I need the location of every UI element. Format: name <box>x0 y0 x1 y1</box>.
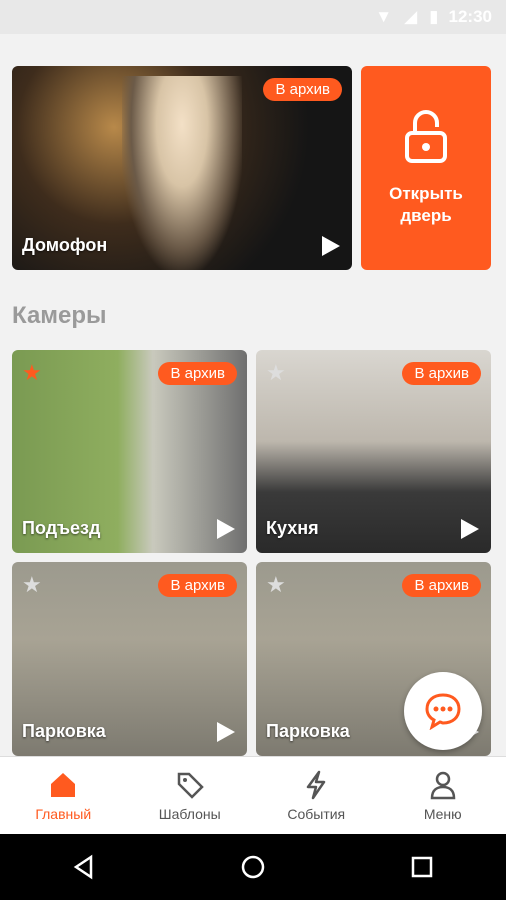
user-icon <box>430 771 456 799</box>
nav-item-home[interactable]: Главный <box>0 757 127 834</box>
wifi-icon: ▼ <box>375 7 393 26</box>
camera-label: Парковка <box>266 721 350 741</box>
home-icon <box>51 772 76 797</box>
favorite-star-icon[interactable]: ★ <box>22 574 42 596</box>
system-nav-bar <box>0 834 506 900</box>
favorite-star-icon[interactable]: ★ <box>22 362 42 384</box>
play-icon[interactable] <box>461 519 479 539</box>
camera-tile[interactable]: ★ В архив Кухня <box>256 350 491 553</box>
nav-label: Главный <box>35 805 92 822</box>
nav-label: Меню <box>423 805 462 822</box>
recents-icon[interactable] <box>409 854 435 880</box>
archive-button[interactable]: В архив <box>263 78 342 101</box>
nav-item-templates[interactable]: Шаблоны <box>127 757 254 834</box>
lightning-icon <box>307 770 326 799</box>
nav-label: События <box>287 805 346 822</box>
archive-button[interactable]: В архив <box>402 574 481 597</box>
archive-button[interactable]: В архив <box>158 362 237 385</box>
signal-icon: ◢ <box>404 7 418 26</box>
camera-label: Парковка <box>22 721 106 741</box>
intercom-tile[interactable]: В архив Домофон <box>12 66 352 270</box>
nav-item-menu[interactable]: Меню <box>380 757 506 834</box>
archive-button[interactable]: В архив <box>402 362 481 385</box>
camera-tile[interactable]: ★ В архив Парковка <box>12 562 247 756</box>
status-bar: ▼ ◢ ▮ 12:30 <box>0 0 506 34</box>
tag-icon <box>177 772 204 799</box>
camera-tile[interactable]: ★ В архив Подъезд <box>12 350 247 553</box>
status-icons: ▼ ◢ ▮ <box>375 7 438 27</box>
archive-button[interactable]: В архив <box>158 574 237 597</box>
chat-button[interactable] <box>404 672 482 750</box>
camera-label: Кухня <box>266 518 319 538</box>
nav-label: Шаблоны <box>158 805 221 822</box>
home-circle-icon[interactable] <box>240 854 266 880</box>
open-door-label-2: дверь <box>400 206 452 225</box>
intercom-label: Домофон <box>22 235 108 255</box>
back-icon[interactable] <box>71 854 97 880</box>
intercom-preview <box>122 76 242 270</box>
favorite-star-icon[interactable]: ★ <box>266 362 286 384</box>
unlock-icon <box>405 110 447 163</box>
battery-icon: ▮ <box>429 7 439 26</box>
open-door-button[interactable]: Открыть дверь <box>361 66 491 270</box>
open-door-label-1: Открыть <box>389 184 463 203</box>
camera-label: Подъезд <box>22 518 101 538</box>
play-icon[interactable] <box>322 236 340 256</box>
section-title: Камеры <box>12 302 107 329</box>
main-content: В архив Домофон Открыть дверь Камеры ★ В… <box>0 34 506 756</box>
play-icon[interactable] <box>217 722 235 742</box>
chat-icon <box>425 693 461 730</box>
status-time: 12:30 <box>448 7 492 26</box>
bottom-nav: Главный Шаблоны События Меню <box>0 756 506 834</box>
favorite-star-icon[interactable]: ★ <box>266 574 286 596</box>
play-icon[interactable] <box>217 519 235 539</box>
nav-item-events[interactable]: События <box>253 757 380 834</box>
